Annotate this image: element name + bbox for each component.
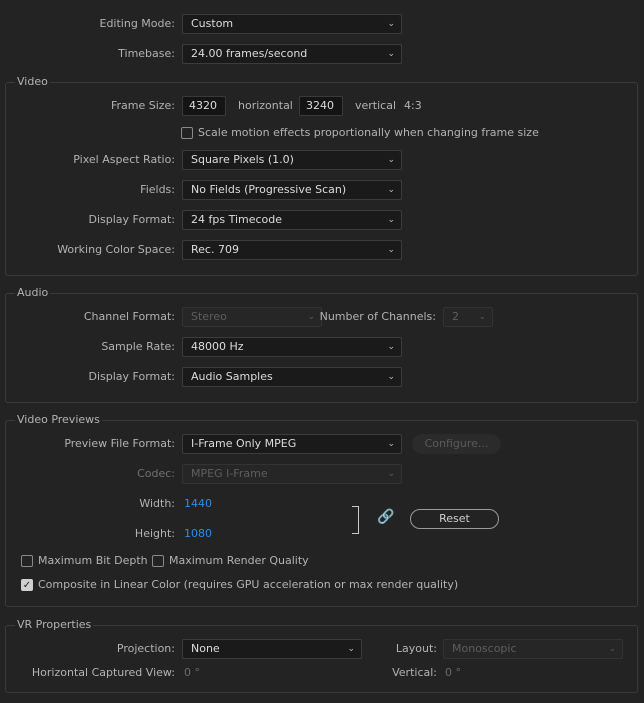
height-value[interactable]: 1080 [184, 527, 212, 541]
num-channels-label: Number of Channels: [319, 310, 436, 323]
vr-properties-group-title: VR Properties [15, 618, 94, 632]
aspect-ratio-text: 4:3 [404, 99, 422, 112]
chevron-down-icon: ⌄ [387, 155, 395, 165]
audio-group-title: Audio [15, 286, 51, 300]
max-render-quality-label: Maximum Render Quality [169, 554, 309, 567]
working-color-label: Working Color Space: [57, 243, 175, 256]
composite-linear-checkbox[interactable]: ✓ [21, 579, 33, 591]
vertical-captured-label: Vertical: [392, 666, 437, 679]
display-format-value: 24 fps Timecode [191, 213, 283, 226]
display-format-select[interactable]: 24 fps Timecode ⌄ [182, 210, 402, 230]
audio-display-format-select[interactable]: Audio Samples ⌄ [182, 367, 402, 387]
num-channels-value: 2 [452, 310, 459, 323]
chevron-down-icon: ⌄ [387, 342, 395, 352]
frame-height-input[interactable]: 3240 [299, 96, 343, 116]
channel-format-value: Stereo [191, 310, 227, 323]
layout-value: Monoscopic [452, 642, 517, 655]
timebase-select[interactable]: 24.00 frames/second ⌄ [182, 44, 402, 64]
channel-format-label: Channel Format: [83, 310, 175, 323]
display-format-label: Display Format: [88, 213, 175, 226]
sample-rate-value: 48000 Hz [191, 340, 244, 353]
chevron-down-icon: ⌄ [387, 215, 395, 225]
max-bit-depth-checkbox[interactable] [21, 555, 33, 567]
timebase-label: Timebase: [118, 47, 175, 60]
width-label: Width: [139, 497, 175, 510]
link-bracket [352, 506, 359, 534]
audio-display-format-value: Audio Samples [191, 370, 273, 383]
chevron-down-icon: ⌄ [387, 245, 395, 255]
vertical-captured-value[interactable]: 0 ° [445, 666, 461, 680]
vertical-label: vertical [355, 99, 397, 112]
composite-linear-label: Composite in Linear Color (requires GPU … [38, 578, 459, 591]
width-value[interactable]: 1440 [184, 497, 212, 511]
checkmark-icon: ✓ [22, 580, 32, 591]
video-group-title: Video [15, 75, 50, 89]
editing-mode-select[interactable]: Custom ⌄ [182, 14, 402, 34]
projection-label: Projection: [116, 642, 175, 655]
frame-width-input[interactable]: 4320 [182, 96, 226, 116]
sample-rate-label: Sample Rate: [101, 340, 175, 353]
chevron-down-icon: ⌄ [478, 312, 486, 322]
chevron-down-icon: ⌄ [387, 469, 395, 479]
chevron-down-icon: ⌄ [387, 19, 395, 29]
working-color-value: Rec. 709 [191, 243, 239, 256]
vr-properties-group [5, 625, 638, 693]
horizontal-label: horizontal [238, 99, 293, 112]
pixel-aspect-label: Pixel Aspect Ratio: [73, 153, 175, 166]
codec-value: MPEG I-Frame [191, 467, 268, 480]
projection-value: None [191, 642, 220, 655]
codec-label: Codec: [137, 467, 175, 480]
preview-format-select[interactable]: I-Frame Only MPEG ⌄ [182, 434, 402, 454]
working-color-select[interactable]: Rec. 709 ⌄ [182, 240, 402, 260]
editing-mode-value: Custom [191, 17, 234, 30]
chevron-down-icon: ⌄ [608, 644, 616, 654]
pixel-aspect-select[interactable]: Square Pixels (1.0) ⌄ [182, 150, 402, 170]
timebase-value: 24.00 frames/second [191, 47, 308, 60]
preview-format-label: Preview File Format: [64, 437, 175, 450]
layout-select[interactable]: Monoscopic ⌄ [443, 639, 623, 659]
projection-select[interactable]: None ⌄ [182, 639, 362, 659]
chevron-down-icon: ⌄ [387, 185, 395, 195]
height-label: Height: [134, 527, 175, 540]
scale-motion-label: Scale motion effects proportionally when… [198, 126, 539, 139]
chevron-down-icon: ⌄ [387, 439, 395, 449]
frame-size-label: Frame Size: [110, 99, 175, 112]
video-previews-group-title: Video Previews [15, 413, 102, 427]
max-render-quality-checkbox[interactable] [152, 555, 164, 567]
fields-select[interactable]: No Fields (Progressive Scan) ⌄ [182, 180, 402, 200]
scale-motion-checkbox[interactable] [181, 127, 193, 139]
layout-label: Layout: [395, 642, 437, 655]
max-bit-depth-label: Maximum Bit Depth [38, 554, 148, 567]
chevron-down-icon: ⌄ [347, 644, 355, 654]
configure-button[interactable]: Configure... [412, 434, 501, 454]
h-captured-value[interactable]: 0 ° [184, 666, 200, 680]
chevron-down-icon: ⌄ [387, 49, 395, 59]
channel-format-select[interactable]: Stereo ⌄ [182, 307, 322, 327]
codec-select[interactable]: MPEG I-Frame ⌄ [182, 464, 402, 484]
sample-rate-select[interactable]: 48000 Hz ⌄ [182, 337, 402, 357]
fields-label: Fields: [140, 183, 175, 196]
audio-display-format-label: Display Format: [88, 370, 175, 383]
chevron-down-icon: ⌄ [307, 312, 315, 322]
link-icon[interactable]: 🔗 [377, 509, 394, 525]
fields-value: No Fields (Progressive Scan) [191, 183, 347, 196]
chevron-down-icon: ⌄ [387, 372, 395, 382]
reset-button[interactable]: Reset [410, 509, 499, 529]
h-captured-label: Horizontal Captured View: [31, 666, 175, 679]
pixel-aspect-value: Square Pixels (1.0) [191, 153, 294, 166]
num-channels-select[interactable]: 2 ⌄ [443, 307, 493, 327]
preview-format-value: I-Frame Only MPEG [191, 437, 297, 450]
editing-mode-label: Editing Mode: [99, 17, 176, 30]
